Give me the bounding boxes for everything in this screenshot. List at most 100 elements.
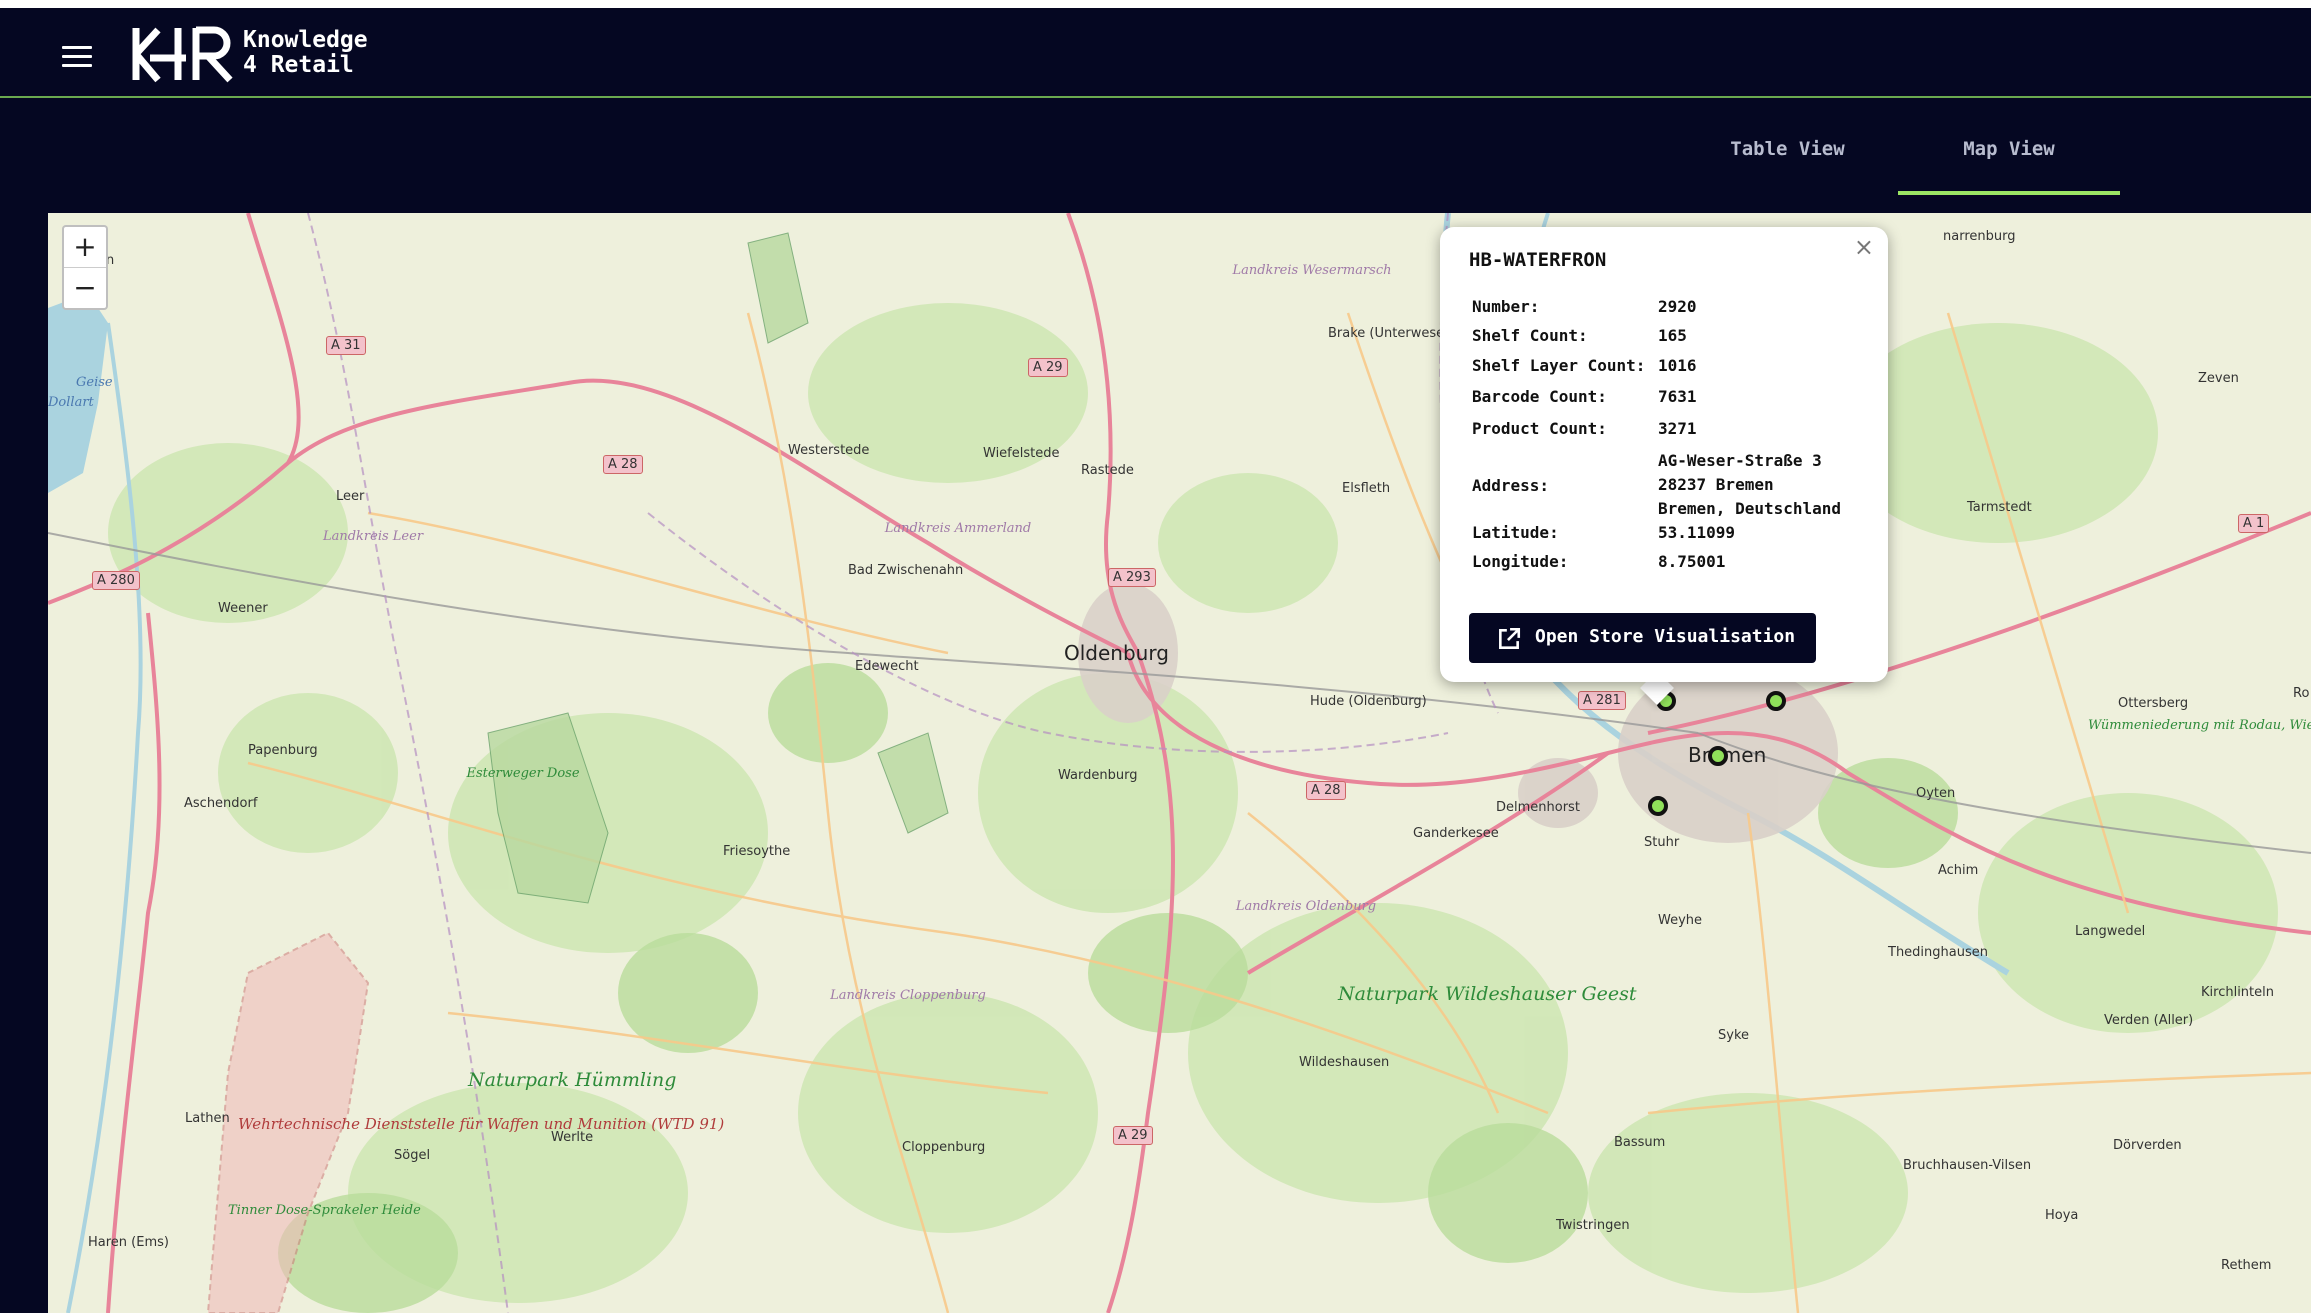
detail-label: Shelf Count: (1472, 326, 1588, 345)
store-marker[interactable] (1648, 796, 1668, 816)
map-label-town: Wiefelstede (983, 446, 1060, 461)
detail-value: 2920 (1658, 297, 1697, 316)
detail-row-shelf-count: Shelf Count: 165 (1472, 326, 1858, 356)
detail-row-number: Number: 2920 (1472, 297, 1858, 326)
map-label-town: Kirchlinteln (2201, 985, 2274, 1000)
store-popup: × HB-WATERFRON Number: 2920 Shelf Count:… (1440, 227, 1888, 682)
detail-row-longitude: Longitude: 8.75001 (1472, 552, 1858, 581)
detail-label: Address: (1472, 475, 1550, 495)
map-label-park: Naturpark Hümmling (468, 1069, 677, 1091)
detail-value: 3271 (1658, 419, 1697, 438)
map-label-district: Landkreis Cloppenburg (830, 988, 986, 1003)
map-label-town: Tarmstedt (1967, 500, 2032, 515)
map-label-town: Friesoythe (723, 844, 791, 859)
detail-label: Barcode Count: (1472, 387, 1607, 406)
store-marker[interactable] (1708, 746, 1728, 766)
detail-label: Product Count: (1472, 419, 1607, 438)
map-label-water: Dollart (48, 395, 94, 410)
zoom-out-button[interactable]: − (64, 267, 106, 308)
close-icon[interactable]: × (1854, 233, 1874, 261)
detail-value: 7631 (1658, 387, 1697, 406)
map-label-road: A 293 (1108, 568, 1156, 587)
store-marker[interactable] (1766, 691, 1786, 711)
open-store-visualisation-button[interactable]: Open Store Visualisation (1469, 613, 1816, 663)
map-tiles (48, 213, 2311, 1313)
map-label-town: Rastede (1081, 463, 1134, 478)
map-label-town: Sögel (394, 1148, 431, 1163)
map-label-town: Brake (Unterweser) (1328, 326, 1455, 341)
detail-value: 165 (1658, 326, 1687, 345)
map-label-town: Delmenhorst (1496, 800, 1580, 815)
map-label-town: Wardenburg (1058, 768, 1138, 783)
map-label-park: Naturpark Wildeshauser Geest (1338, 983, 1637, 1005)
detail-label: Number: (1472, 297, 1540, 316)
map-label-district: Landkreis Wesermarsch (1232, 263, 1392, 278)
popup-title: HB-WATERFRON (1469, 249, 1607, 271)
map-label-town: Leer (336, 489, 365, 504)
map-label-town: Achim (1938, 863, 1979, 878)
map-label-road: A 280 (92, 571, 140, 590)
address-line: 28237 Bremen (1658, 475, 1774, 494)
open-store-visualisation-label: Open Store Visualisation (1535, 626, 1796, 647)
detail-label: Latitude: (1472, 523, 1559, 542)
detail-row-product-count: Product Count: 3271 (1472, 419, 1858, 447)
detail-value: 1016 (1658, 356, 1697, 375)
map-label-town: Bruchhausen-Vilsen (1903, 1158, 2032, 1173)
map-label-road: A 281 (1578, 691, 1626, 710)
map-label-town: Edewecht (855, 659, 919, 674)
map-label-town: Weyhe (1658, 913, 1703, 928)
hamburger-menu-icon[interactable] (62, 46, 92, 68)
map-label-district: Landkreis Ammerland (884, 521, 1032, 536)
detail-row-barcode-count: Barcode Count: 7631 (1472, 387, 1858, 419)
map-label-oldenburg: Oldenburg (1064, 641, 1169, 665)
map-label-town: Ro (2293, 686, 2310, 701)
detail-value: 8.75001 (1658, 552, 1726, 571)
map-label-road: A 29 (1113, 1126, 1153, 1145)
map-label-town: Syke (1718, 1028, 1750, 1043)
top-navigation-bar: Knowledge 4 Retail (0, 8, 2311, 98)
map-label-town: Hude (Oldenburg) (1310, 694, 1427, 709)
map-label-town: Langwedel (2075, 924, 2146, 939)
detail-label: Longitude: (1472, 552, 1569, 571)
map-label-town: Westerstede (788, 443, 870, 458)
k4r-logo[interactable] (130, 24, 240, 84)
detail-row-shelf-layer-count: Shelf Layer Count: 1016 (1472, 356, 1858, 387)
address-line: Bremen, Deutschland (1658, 499, 1842, 518)
map-label-town: Cloppenburg (902, 1140, 986, 1155)
map-label-town: Ganderkesee (1413, 826, 1499, 841)
map-label-town: Dörverden (2113, 1138, 2182, 1153)
map-label-town: Bassum (1614, 1135, 1666, 1150)
map-label-town: Lathen (185, 1111, 230, 1126)
map-label-reserve: Tinner Dose-Sprakeler Heide (228, 1203, 421, 1218)
detail-value-address: AG-Weser-Straße 3 28237 Bremen Bremen, D… (1658, 449, 1858, 521)
map-label-town: Elsfleth (1342, 481, 1391, 496)
detail-value: 53.11099 (1658, 523, 1736, 542)
map-label-military: Wehrtechnische Dienststelle für Waffen u… (238, 1115, 724, 1133)
zoom-in-button[interactable]: + (64, 227, 106, 267)
map-label-road: A 1 (2238, 514, 2270, 533)
map-label-reserve: Esterweger Dose (466, 766, 580, 781)
map-label-town: Ottersberg (2118, 696, 2189, 711)
map-label-town: Stuhr (1644, 835, 1680, 850)
brand-name: Knowledge 4 Retail (243, 28, 368, 78)
map-label-town: Papenburg (248, 743, 318, 758)
brand-line-2: 4 Retail (243, 52, 354, 78)
map-label-district: Landkreis Leer (322, 529, 424, 544)
detail-row-address: Address: AG-Weser-Straße 3 28237 Bremen … (1472, 447, 1858, 523)
zoom-control: + − (62, 225, 108, 310)
map-label-town: Hoya (2045, 1208, 2079, 1223)
map-label-town: Oyten (1916, 786, 1956, 801)
map-label-town: Bad Zwischenahn (848, 563, 964, 578)
brand-line-1: Knowledge (243, 27, 368, 53)
map-label-town: Haren (Ems) (88, 1235, 169, 1250)
map-label-road: A 28 (1306, 781, 1346, 800)
store-map[interactable]: Oldenburg Bremen Westerstede Wiefelstede… (48, 213, 2311, 1313)
tab-table-view[interactable]: Table View (1690, 133, 1885, 193)
map-label-town: Aschendorf (184, 796, 258, 811)
tab-map-view[interactable]: Map View (1898, 133, 2120, 195)
map-label-town: Verden (Aller) (2104, 1013, 2194, 1028)
map-label-road: A 28 (603, 455, 643, 474)
map-label-town: Weener (218, 601, 268, 616)
map-label-water: Geise (76, 375, 113, 390)
map-label-town: Wildeshausen (1299, 1055, 1390, 1070)
